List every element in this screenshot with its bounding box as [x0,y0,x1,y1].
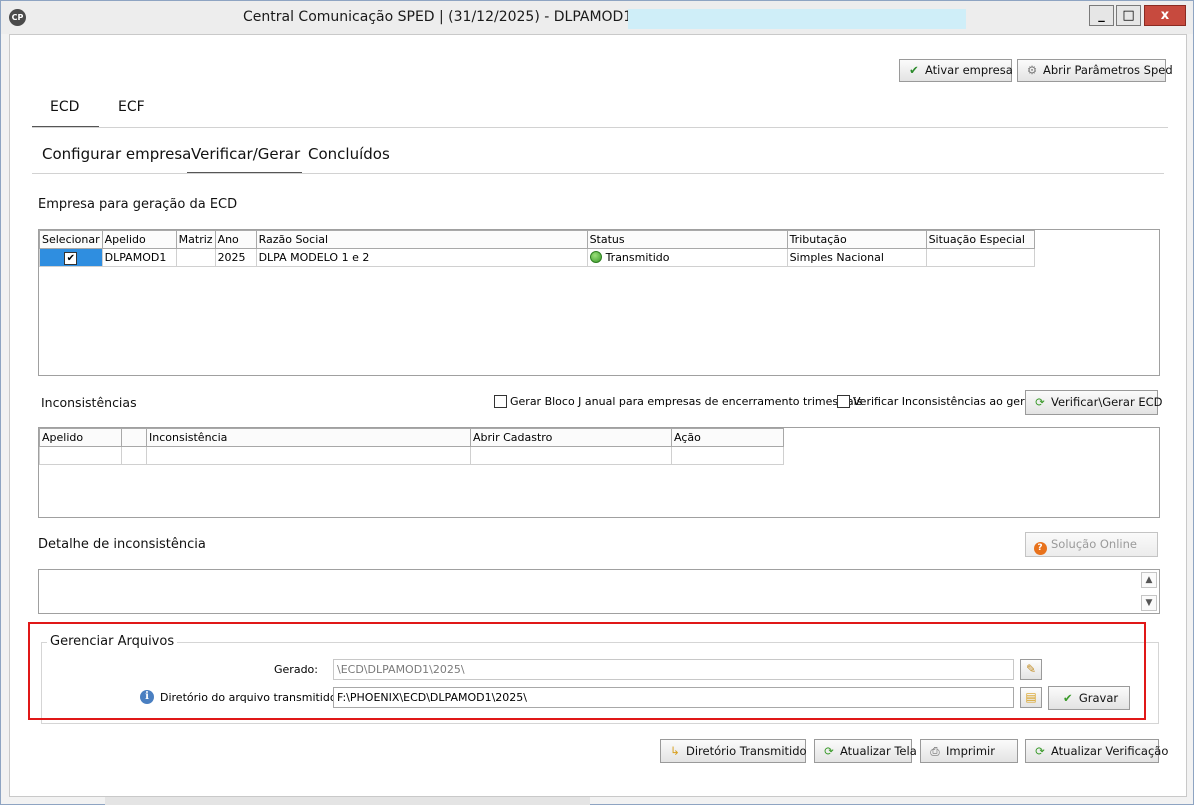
select-checkbox[interactable]: ✔ [64,251,78,265]
bloco-j-checkbox-box[interactable] [494,395,507,408]
title-redacted-area [628,9,966,29]
tab-ecf[interactable]: ECF [118,99,145,115]
main-tabs-divider [32,127,1168,128]
print-label: Imprimir [946,744,995,758]
inconsistencies-grid: Apelido Inconsistência Abrir Cadastro Aç… [38,427,1160,518]
refresh-screen-label: Atualizar Tela [840,744,917,758]
column-header-blank[interactable] [121,428,147,447]
cell-empty [470,446,672,465]
companies-header-row: Selecionar Apelido Matriz Ano Razão Soci… [39,230,1035,249]
bloco-j-checkbox-label: Gerar Bloco J anual para empresas de enc… [510,395,863,408]
column-header-ano[interactable]: Ano [214,230,257,249]
cell-situacao-especial [925,248,1035,267]
companies-grid: Selecionar Apelido Matriz Ano Razão Soci… [38,229,1160,376]
tab-ecd[interactable]: ECD [50,99,79,115]
maximize-button[interactable]: □ [1116,5,1141,26]
scroll-up-icon[interactable]: ▲ [1141,572,1157,588]
verify-generate-ecd-label: Verificar\Gerar ECD [1051,395,1163,409]
open-parameters-label: Abrir Parâmetros Sped [1043,63,1173,77]
close-button[interactable]: x [1144,5,1186,26]
online-solution-label: Solução Online [1051,537,1137,551]
activate-company-label: Ativar empresa [925,63,1013,77]
column-header-selecionar[interactable]: Selecionar [39,230,103,249]
activate-company-button[interactable]: ✔ Ativar empresa [899,59,1013,82]
taskbar-strip [105,797,590,805]
inconsistencies-table: Apelido Inconsistência Abrir Cadastro Aç… [39,428,784,465]
companies-section-title: Empresa para geração da ECD [38,197,238,212]
printer-icon: ⎙ [930,744,940,758]
tab-configure-company[interactable]: Configurar empresa [42,145,191,163]
status-ok-icon [589,251,602,263]
window-title: Central Comunicação SPED | (31/12/2025) … [243,9,642,25]
verify-on-generate-label: Verificar Inconsistências ao gerar [853,395,1036,408]
bloco-j-checkbox[interactable]: Gerar Bloco J anual para empresas de enc… [494,395,862,408]
cell-tributacao: Simples Nacional [786,248,927,267]
refresh-arrows-icon: ⟳ [1035,395,1045,409]
cell-razao-social: DLPA MODELO 1 e 2 [255,248,588,267]
detail-section-title: Detalhe de inconsistência [38,537,206,552]
column-header-apelido[interactable]: Apelido [39,428,122,447]
online-solution-button[interactable]: ? Solução Online [1025,532,1158,557]
column-header-tributacao[interactable]: Tributação [786,230,927,249]
inconsistencies-header-row: Apelido Inconsistência Abrir Cadastro Aç… [39,428,784,447]
client-area: ✔ Ativar empresa ⚙ Abrir Parâmetros Sped E… [9,34,1187,797]
companies-table: Selecionar Apelido Matriz Ano Razão Soci… [39,230,1035,267]
verify-on-generate-checkbox[interactable]: Verificar Inconsistências ao gerar [837,395,1036,408]
column-header-inconsistencia[interactable]: Inconsistência [146,428,471,447]
transmitted-directory-button[interactable]: ↳ Diretório Transmitido [660,739,807,763]
cell-empty [39,446,122,465]
select-cell[interactable]: ✔ [39,248,103,267]
refresh-arrows-icon: ⟳ [824,744,834,758]
minimize-button[interactable]: _ [1089,5,1114,26]
column-header-matriz[interactable]: Matriz [175,230,216,249]
gear-icon: ⚙ [1026,63,1038,77]
highlight-rectangle [28,622,1146,720]
cell-empty [121,446,147,465]
refresh-screen-button[interactable]: ⟳ Atualizar Tela [814,739,917,763]
scroll-down-icon[interactable]: ▼ [1141,595,1157,611]
cell-status: Transmitido [586,248,788,267]
inconsistency-detail-memo[interactable]: ▲ ▼ [38,569,1160,614]
column-header-abrir-cadastro[interactable]: Abrir Cadastro [470,428,672,447]
transmitted-directory-label: Diretório Transmitido [686,744,807,758]
refresh-verification-label: Atualizar Verificação [1051,744,1169,758]
table-row[interactable]: ✔ DLPAMOD1 2025 DLPA MODELO 1 e 2 Transm… [39,248,1035,267]
inconsistencies-section-title: Inconsistências [41,395,137,410]
verify-generate-ecd-button[interactable]: ⟳ Verificar\Gerar ECD [1025,390,1163,415]
column-header-razao-social[interactable]: Razão Social [255,230,588,249]
refresh-arrows-icon: ⟳ [1035,744,1045,758]
title-bar: CP Central Comunicação SPED | (31/12/202… [1,1,1193,34]
sub-tabs-divider [32,173,1164,174]
column-header-apelido[interactable]: Apelido [101,230,177,249]
open-parameters-button[interactable]: ⚙ Abrir Parâmetros Sped [1017,59,1173,82]
status-text: Transmitido [605,251,670,264]
refresh-verification-button[interactable]: ⟳ Atualizar Verificação [1025,739,1168,763]
cell-apelido: DLPAMOD1 [101,248,177,267]
cell-ano: 2025 [214,248,257,267]
cell-empty [671,446,784,465]
checkmark-icon: ✔ [909,63,919,77]
column-header-acao[interactable]: Ação [671,428,784,447]
column-header-situacao-especial[interactable]: Situação Especial [925,230,1035,249]
print-button[interactable]: ⎙ Imprimir [920,739,1018,763]
folder-arrow-icon: ↳ [670,744,680,758]
verify-on-generate-checkbox-box[interactable] [837,395,850,408]
cell-empty [146,446,471,465]
column-header-status[interactable]: Status [586,230,788,249]
app-window: CP Central Comunicação SPED | (31/12/202… [0,0,1194,805]
table-row[interactable] [39,446,784,465]
tab-verify-generate[interactable]: Verificar/Gerar [191,145,300,163]
help-icon: ? [1032,533,1048,556]
app-logo-icon: CP [9,9,26,26]
tab-completed[interactable]: Concluídos [308,145,390,163]
cell-matriz [175,248,216,267]
